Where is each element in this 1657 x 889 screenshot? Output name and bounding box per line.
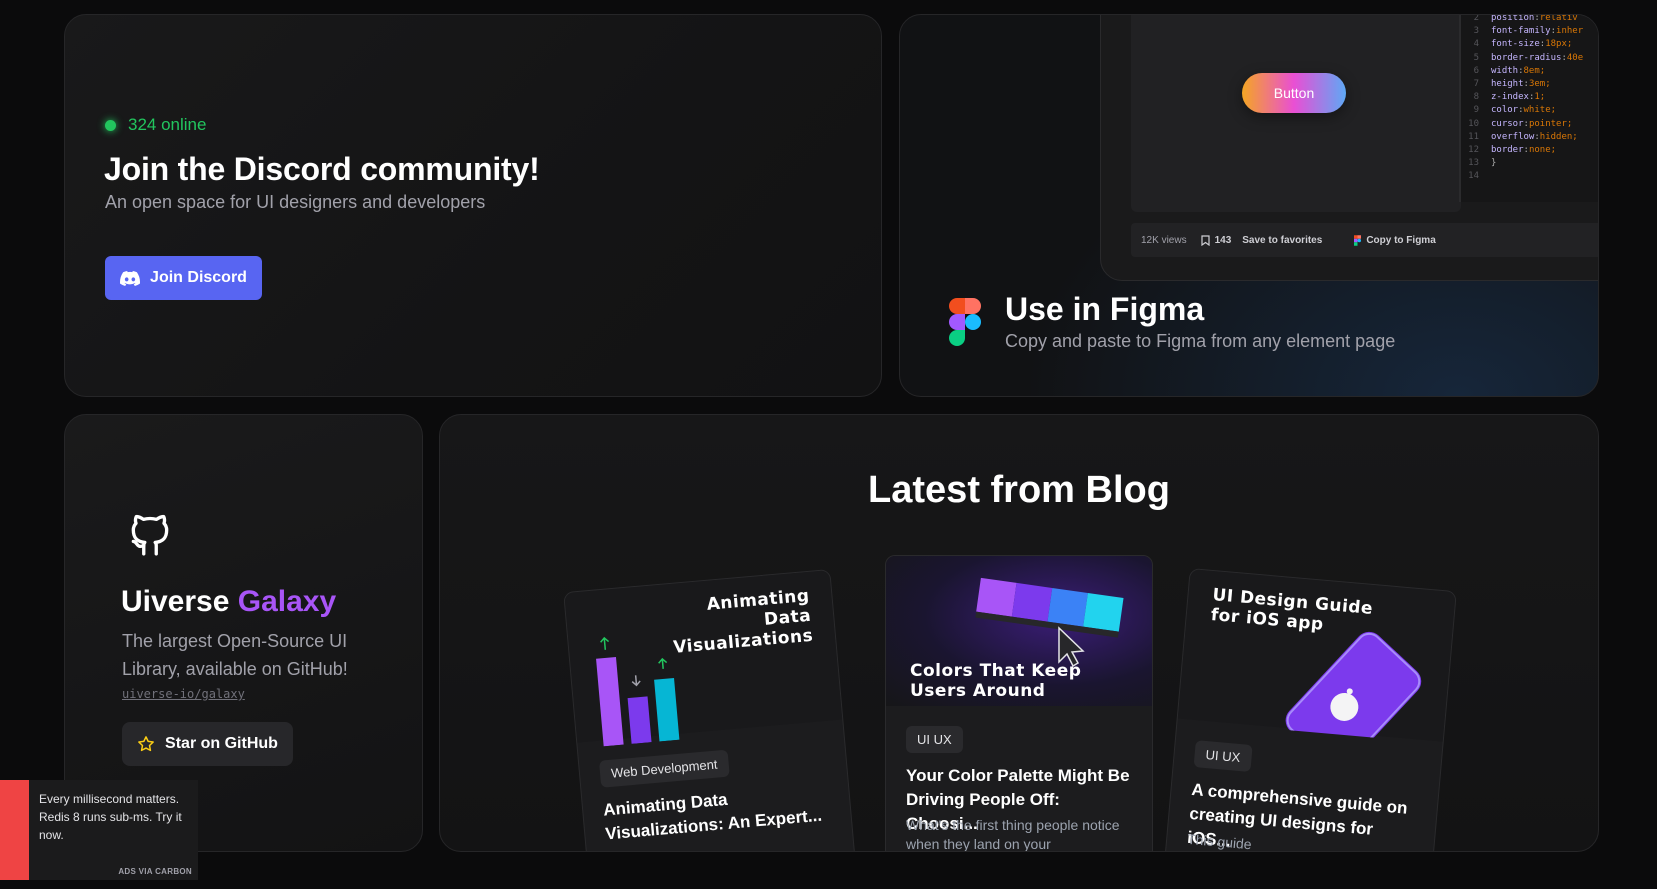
- blog-card: Latest from Blog Animating Data Visualiz…: [439, 414, 1599, 852]
- post-excerpt: What's the first thing people notice whe…: [906, 817, 1120, 852]
- online-status: 324 online: [105, 115, 206, 135]
- carbon-ad[interactable]: Every millisecond matters. Redis 8 runs …: [0, 780, 198, 880]
- bookmark-icon: [1200, 234, 1210, 246]
- code-line: 11 overflow: hidden;: [1468, 131, 1578, 142]
- post-thumbnail: Colors That Keep Users Around: [886, 556, 1152, 706]
- copy-to-figma: Copy to Figma: [1366, 234, 1436, 246]
- online-dot-icon: [105, 119, 116, 131]
- thumbnail-text: Colors That Keep Users Around: [910, 661, 1082, 701]
- code-line: 12 border: none;: [1468, 145, 1557, 156]
- post-tag: Web Development: [598, 749, 730, 788]
- discord-icon: [120, 270, 141, 286]
- blog-title: Latest from Blog: [868, 469, 1170, 511]
- ads-via-carbon[interactable]: ADS VIA CARBON: [118, 867, 192, 876]
- join-discord-label: Join Discord: [150, 269, 247, 286]
- code-line: 9 color: white;: [1473, 105, 1557, 116]
- discord-card: 324 online Join the Discord community! A…: [64, 14, 882, 397]
- star-icon: [138, 736, 154, 752]
- code-line: 2 position: relativ: [1473, 14, 1578, 23]
- online-count: 324 online: [128, 115, 207, 134]
- ad-text: Every millisecond matters. Redis 8 runs …: [39, 792, 182, 842]
- discord-subtitle: An open space for UI designers and devel…: [105, 192, 486, 212]
- demo-button: Button: [1242, 73, 1346, 113]
- galaxy-title-accent: Galaxy: [237, 585, 337, 618]
- phone-illustration: [1285, 631, 1422, 743]
- preview-canvas: Button: [1131, 15, 1461, 212]
- element-preview: Button 2 position: relativ 3 font-family: i…: [1100, 14, 1598, 281]
- views-count: 12K views: [1141, 234, 1187, 246]
- code-line: 5 border-radius: 40e: [1473, 52, 1584, 63]
- figma-small-icon: [1354, 234, 1362, 246]
- saves-count: 143: [1214, 234, 1232, 246]
- galaxy-title: Uiverse Galaxy: [121, 585, 336, 619]
- code-line: 8 z-index: 1;: [1473, 92, 1546, 103]
- join-discord-button[interactable]: Join Discord: [105, 256, 262, 300]
- post-tag: UI UX: [906, 726, 963, 753]
- code-line: 13}: [1468, 158, 1497, 169]
- code-line: 10 cursor: pointer;: [1468, 118, 1573, 129]
- star-on-github-button[interactable]: Star on GitHub: [122, 722, 293, 766]
- code-panel: 2 position: relativ 3 font-family: inher 4 fo…: [1459, 14, 1598, 202]
- figma-card: Button 2 position: relativ 3 font-family: i…: [899, 14, 1599, 397]
- blog-post-card[interactable]: Animating Data Visualizations Web Develo…: [563, 568, 859, 851]
- galaxy-title-main: Uiverse: [121, 585, 230, 618]
- figma-subtitle: Copy and paste to Figma from any element…: [1005, 331, 1396, 351]
- code-line: 7 height: 3em;: [1473, 79, 1551, 90]
- figma-logo-icon: [949, 298, 981, 346]
- galaxy-description: The largest Open-Source UI Library, avai…: [122, 631, 348, 679]
- star-on-github-label: Star on GitHub: [165, 735, 278, 752]
- blog-post-card[interactable]: Colors That Keep Users Around UI UX Your…: [885, 555, 1153, 852]
- color-swatches-illustration: [975, 577, 1124, 668]
- bar-chart-illustration: [596, 636, 680, 747]
- galaxy-repo-link[interactable]: uiverse-io/galaxy: [122, 687, 245, 701]
- preview-stats-bar: 12K views 143 Save to favorites Copy to …: [1131, 223, 1598, 257]
- post-tag: UI UX: [1193, 740, 1253, 772]
- figma-title: Use in Figma: [1005, 291, 1205, 327]
- blog-post-card[interactable]: UI Design Guide for iOS app UI UX A comp…: [1161, 567, 1457, 851]
- github-icon: [131, 514, 169, 556]
- code-line: 3 font-family: inher: [1473, 26, 1584, 37]
- save-to-favorites: Save to favorites: [1242, 234, 1323, 246]
- code-line: 4 font-size: 18px;: [1473, 39, 1573, 50]
- post-thumbnail: UI Design Guide for iOS app: [1177, 569, 1456, 743]
- code-line: 14: [1468, 171, 1479, 182]
- discord-title: Join the Discord community!: [104, 151, 540, 187]
- code-line: 6 width: 8em;: [1473, 65, 1546, 76]
- redis-logo-icon: [0, 780, 29, 880]
- post-thumbnail: Animating Data Visualizations: [564, 570, 843, 747]
